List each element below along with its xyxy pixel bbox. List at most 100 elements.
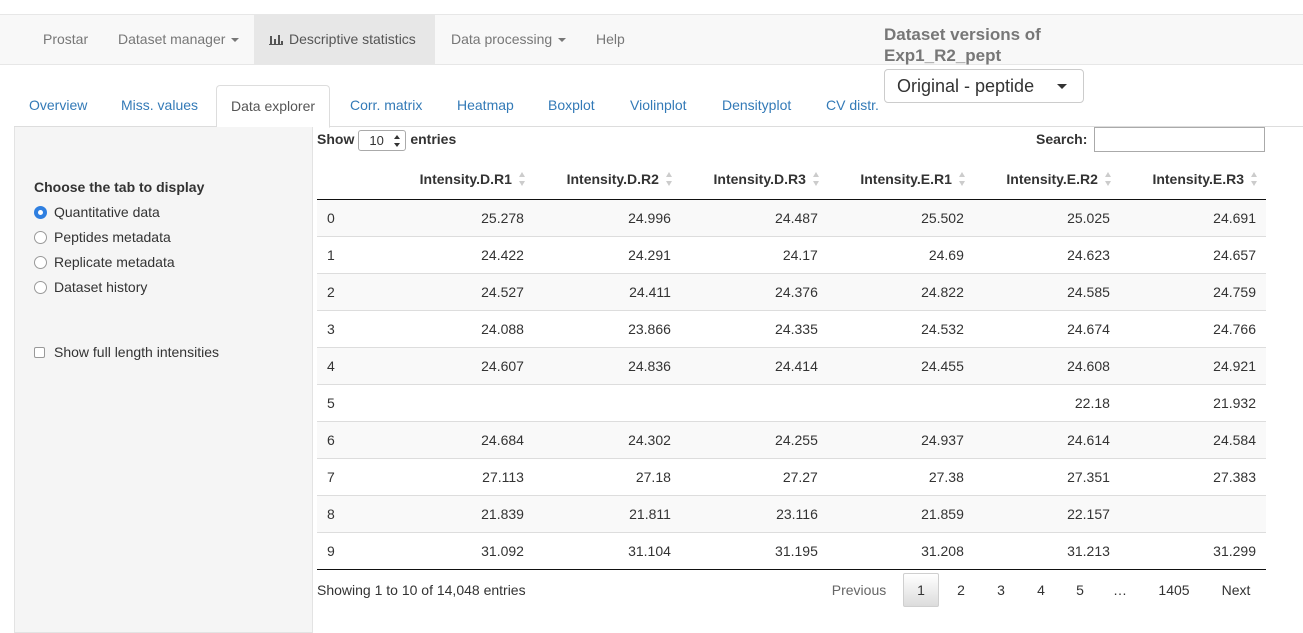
table-cell: 24.376	[680, 272, 828, 310]
table-cell: 27.27	[680, 457, 828, 495]
table-cell	[1119, 494, 1266, 532]
table-cell: 25.278	[387, 199, 534, 236]
pagination-ellipsis: …	[1113, 582, 1127, 598]
column-header-intensity-e-r3[interactable]: Intensity.E.R3	[1119, 159, 1266, 200]
radio-label: Dataset history	[54, 279, 148, 295]
table-cell: 21.932	[1119, 383, 1266, 421]
radio-icon[interactable]	[34, 231, 47, 244]
table-cell: 24.691	[1119, 199, 1266, 236]
table-cell: 24.996	[533, 199, 681, 236]
table-row[interactable]: 9 31.092 31.104 31.195 31.208 31.213 31.…	[317, 531, 1266, 570]
dataset-versions-title: Dataset versions of Exp1_R2_pept	[884, 25, 1041, 65]
tab-boxplot[interactable]: Boxplot	[548, 85, 595, 127]
nav-descriptive-statistics[interactable]: Descriptive statistics	[254, 15, 435, 64]
table-header-row: Intensity.D.R1 Intensity.D.R2 Intensity.…	[317, 159, 1266, 200]
table-cell: 7	[317, 457, 387, 495]
table-cell: 9	[317, 531, 387, 570]
pagination-page-2[interactable]: 2	[943, 573, 979, 607]
entries-select[interactable]: 10	[358, 129, 407, 151]
table-row[interactable]: 3 24.088 23.866 24.335 24.532 24.674 24.…	[317, 309, 1266, 347]
column-header-index[interactable]	[317, 159, 387, 200]
table-cell: 31.299	[1119, 531, 1266, 570]
table-cell: 24.088	[387, 309, 534, 347]
tab-densityplot[interactable]: Densityplot	[722, 85, 791, 127]
table-row[interactable]: 5 22.18 21.932	[317, 383, 1266, 421]
column-header-label: Intensity.D.R2	[566, 170, 659, 187]
pagination-page-1[interactable]: 1	[903, 573, 939, 607]
table-row[interactable]: 8 21.839 21.811 23.116 21.859 22.157	[317, 494, 1266, 532]
table-cell: 8	[317, 494, 387, 532]
column-header-label: Intensity.E.R2	[1006, 170, 1098, 187]
sort-icon	[665, 172, 673, 186]
table-cell: 24.584	[1119, 420, 1266, 458]
table-cell: 24.607	[387, 346, 534, 384]
pagination-page-4[interactable]: 4	[1023, 573, 1059, 607]
radio-label: Replicate metadata	[54, 254, 175, 270]
table-cell: 24.614	[973, 420, 1120, 458]
pagination-previous[interactable]: Previous	[822, 573, 896, 607]
tab-data-explorer[interactable]: Data explorer	[216, 85, 331, 128]
table-cell: 24.608	[973, 346, 1120, 384]
table-cell: 24.623	[973, 235, 1120, 273]
show-entries-control: Show 10 entries	[317, 128, 456, 151]
tab-corr-matrix[interactable]: Corr. matrix	[350, 85, 422, 127]
tab-violinplot[interactable]: Violinplot	[630, 85, 687, 127]
nav-help[interactable]: Help	[596, 15, 625, 64]
column-header-intensity-d-r2[interactable]: Intensity.D.R2	[533, 159, 681, 200]
nav-descriptive-statistics-label: Descriptive statistics	[289, 31, 416, 47]
table-row[interactable]: 7 27.113 27.18 27.27 27.38 27.351 27.383	[317, 457, 1266, 495]
table-cell: 24.684	[387, 420, 534, 458]
table-cell: 24.335	[680, 309, 828, 347]
data-table: Intensity.D.R1 Intensity.D.R2 Intensity.…	[317, 159, 1266, 570]
radio-icon[interactable]	[34, 256, 47, 269]
nav-data-processing-label: Data processing	[451, 31, 553, 47]
column-header-label: Intensity.E.R3	[1152, 170, 1244, 187]
entries-label: entries	[410, 131, 457, 147]
table-cell: 21.859	[827, 494, 974, 532]
column-header-label: Intensity.D.R1	[419, 170, 512, 187]
chevron-down-icon	[558, 38, 567, 43]
table-cell	[533, 383, 681, 421]
table-row[interactable]: 0 25.278 24.996 24.487 25.502 25.025 24.…	[317, 199, 1266, 236]
radio-selected-icon[interactable]	[34, 206, 47, 219]
radio-icon[interactable]	[34, 281, 47, 294]
table-cell: 22.157	[973, 494, 1120, 532]
table-cell: 24.585	[973, 272, 1120, 310]
table-cell: 24.17	[680, 235, 828, 273]
search-input[interactable]	[1094, 127, 1265, 152]
column-header-intensity-d-r1[interactable]: Intensity.D.R1	[387, 159, 534, 200]
table-cell: 24.255	[680, 420, 828, 458]
tab-overview[interactable]: Overview	[29, 85, 87, 127]
table-row[interactable]: 4 24.607 24.836 24.414 24.455 24.608 24.…	[317, 346, 1266, 384]
table-row[interactable]: 2 24.527 24.411 24.376 24.822 24.585 24.…	[317, 272, 1266, 310]
tab-heatmap[interactable]: Heatmap	[457, 85, 514, 127]
pagination-page-5[interactable]: 5	[1062, 573, 1098, 607]
checkbox-icon[interactable]	[34, 347, 45, 358]
tab-miss-values[interactable]: Miss. values	[121, 85, 198, 127]
table-row[interactable]: 6 24.684 24.302 24.255 24.937 24.614 24.…	[317, 420, 1266, 458]
table-cell: 31.104	[533, 531, 681, 570]
nav-brand[interactable]: Prostar	[43, 15, 88, 64]
column-header-intensity-e-r1[interactable]: Intensity.E.R1	[827, 159, 974, 200]
sort-icon	[518, 172, 526, 186]
table-cell: 1	[317, 235, 387, 273]
table-row[interactable]: 1 24.422 24.291 24.17 24.69 24.623 24.65…	[317, 235, 1266, 273]
nav-data-processing[interactable]: Data processing	[451, 15, 567, 64]
column-header-intensity-e-r2[interactable]: Intensity.E.R2	[973, 159, 1120, 200]
display-tab-label: Choose the tab to display	[34, 179, 205, 195]
checkbox-label: Show full length intensities	[54, 344, 219, 360]
sort-icon	[1251, 172, 1258, 186]
pagination-page-3[interactable]: 3	[983, 573, 1019, 607]
table-cell: 0	[317, 199, 387, 236]
tab-cv-distr[interactable]: CV distr.	[826, 85, 879, 127]
column-header-intensity-d-r3[interactable]: Intensity.D.R3	[680, 159, 828, 200]
pagination-page-1405[interactable]: 1405	[1146, 573, 1202, 607]
pagination-next[interactable]: Next	[1210, 573, 1262, 607]
table-cell: 23.116	[680, 494, 828, 532]
nav-dataset-manager[interactable]: Dataset manager	[118, 15, 240, 64]
table-cell: 31.092	[387, 531, 534, 570]
column-header-label: Intensity.E.R1	[860, 170, 952, 187]
chevron-down-icon	[231, 38, 240, 43]
sort-icon	[1104, 172, 1112, 186]
table-cell: 24.657	[1119, 235, 1266, 273]
